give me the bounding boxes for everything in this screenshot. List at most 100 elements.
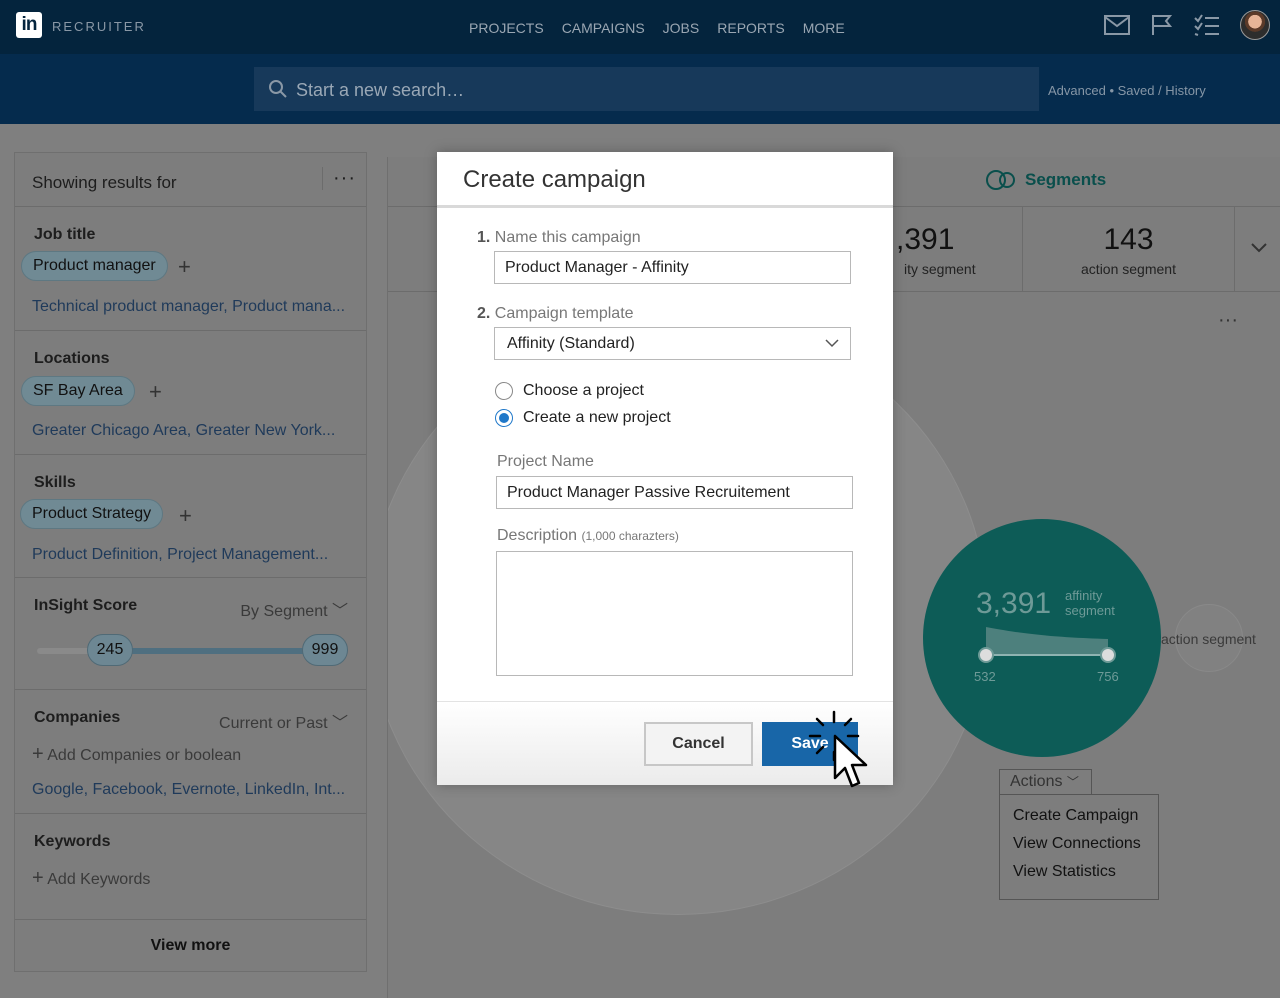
actions-menu: Create Campaign View Connections View St… [999,794,1159,900]
avatar[interactable] [1240,10,1270,40]
main-nav: PROJECTS CAMPAIGNS JOBS REPORTS MORE [469,20,845,36]
nav-jobs[interactable]: JOBS [663,20,700,36]
add-keywords[interactable]: + Add Keywords [32,867,150,890]
action-stat-number: 143 [1103,223,1154,256]
add-companies-label: Add Companies or boolean [47,747,242,764]
plus-icon: + [32,743,44,765]
nav-reports[interactable]: REPORTS [717,20,784,36]
companies-mode: Current or Past [219,715,328,732]
more-options-icon[interactable]: ··· [322,167,356,190]
link-separator: • [1105,83,1118,98]
add-companies[interactable]: + Add Companies or boolean [32,743,241,766]
job-title-suggestions[interactable]: Technical product manager, Product mana.… [32,298,345,316]
add-location-icon[interactable]: + [149,381,162,403]
linkedin-logo[interactable]: in [16,12,42,38]
radio-create-project[interactable]: Create a new project [495,409,671,427]
radio-choose-project[interactable]: Choose a project [495,382,644,400]
filter-panel-title: Showing results for [32,173,177,192]
view-more-button[interactable]: View more [15,919,366,971]
step1-text: Name this campaign [494,229,641,246]
companies-mode-dropdown[interactable]: Current or Past ﹀ [219,709,348,733]
tab-segments[interactable]: Segments [985,169,1106,191]
affinity-segment-number: 3,391 [976,587,1052,620]
top-icons [1104,10,1270,40]
tasks-icon[interactable] [1194,14,1220,36]
search-icon [269,80,287,98]
range-min-value: 532 [974,669,996,684]
add-job-title-icon[interactable]: + [178,256,191,278]
company-suggestions[interactable]: Google, Facebook, Evernote, LinkedIn, In… [32,781,345,799]
radio-create-project-control[interactable] [495,409,513,427]
job-title-label: Job title [34,226,96,243]
insight-score-mode-dropdown[interactable]: By Segment ﹀ [240,597,348,621]
actions-label: Actions [1010,773,1063,790]
range-max-value: 756 [1097,669,1119,684]
step2-label: 2. Campaign template [477,305,634,323]
skill-pill[interactable]: Product Strategy [20,499,164,529]
template-select[interactable]: Affinity (Standard) [494,327,851,360]
filter-panel: Showing results for ··· Job title Produc… [14,152,367,972]
description-label-text: Description [497,527,578,544]
actions-dropdown-button[interactable]: Actions ﹀ [999,769,1092,795]
tab-segments-label: Segments [1025,170,1107,189]
top-nav-bar: in RECRUITER PROJECTS CAMPAIGNS JOBS REP… [0,0,1280,54]
description-textarea[interactable] [496,551,853,676]
create-campaign-modal: Create campaign 1. Name this campaign Pr… [437,152,893,785]
skill-suggestions[interactable]: Product Definition, Project Management..… [32,546,328,564]
action-stat[interactable]: 143 action segment [1022,207,1234,292]
search-band: Start a new search… Advanced • Saved / H… [0,54,1280,124]
add-keywords-label: Add Keywords [47,871,151,888]
insight-score-section: InSight Score By Segment ﹀ 245 999 [15,578,366,690]
step1-number: 1. [477,229,491,246]
campaign-name-field[interactable]: Product Manager - Affinity [494,251,851,284]
menu-item-create-campaign[interactable]: Create Campaign [1000,803,1158,831]
search-links: Advanced • Saved / History [1048,83,1206,98]
step2-text: Campaign template [494,305,634,322]
step1-label: 1. Name this campaign [477,229,641,247]
radio-choose-project-label: Choose a project [523,382,644,399]
chevron-down-icon [825,339,839,348]
menu-item-view-statistics[interactable]: View Statistics [1000,859,1158,887]
mail-icon[interactable] [1104,15,1130,35]
description-label: Description (1,000 charazters) [497,527,679,545]
job-title-section: Job title Product manager + Technical pr… [15,207,366,331]
nav-campaigns[interactable]: CAMPAIGNS [562,20,645,36]
radio-create-project-label: Create a new project [523,409,671,426]
modal-header: Create campaign [437,152,893,208]
radio-choose-project-control[interactable] [495,382,513,400]
location-suggestions[interactable]: Greater Chicago Area, Greater New York..… [32,422,335,440]
project-name-field[interactable]: Product Manager Passive Recruitement [496,476,853,509]
advanced-search-link[interactable]: Advanced [1048,83,1106,98]
keywords-label: Keywords [34,833,111,850]
job-title-pill[interactable]: Product manager [21,251,168,281]
stats-expand[interactable] [1234,207,1280,292]
menu-item-view-connections[interactable]: View Connections [1000,831,1158,859]
insight-score-label: InSight Score [34,597,138,614]
add-skill-icon[interactable]: + [179,505,192,527]
action-stat-label: action segment [1081,261,1176,277]
skills-section: Skills Product Strategy + Product Defini… [15,455,366,578]
nav-more[interactable]: MORE [803,20,845,36]
insight-max-handle[interactable]: 999 [302,634,348,666]
description-hint: (1,000 charazters) [581,529,679,543]
locations-section: Locations SF Bay Area + Greater Chicago … [15,331,366,455]
search-input[interactable]: Start a new search… [254,67,1039,111]
chevron-down-icon: ﹀ [1066,775,1079,789]
insight-min-handle[interactable]: 245 [87,634,133,666]
chevron-down-icon: ﹀ [331,715,348,732]
companies-section: Companies Current or Past ﹀ + Add Compan… [15,690,366,814]
flag-icon[interactable] [1150,14,1174,36]
segments-more-icon[interactable]: ··· [1218,309,1238,332]
keywords-section: Keywords + Add Keywords [15,814,366,908]
affinity-segment-label-line1: affinity [1065,588,1103,603]
plus-icon: + [32,867,44,889]
affinity-segment-label-line2: segment [1065,603,1115,618]
insight-score-mode: By Segment [240,603,328,620]
range-max-handle [1100,647,1116,663]
location-pill[interactable]: SF Bay Area [21,376,135,406]
step2-number: 2. [477,305,491,322]
saved-history-link[interactable]: Saved / History [1118,83,1206,98]
filter-panel-header: Showing results for ··· [15,153,366,207]
nav-projects[interactable]: PROJECTS [469,20,544,36]
cancel-button[interactable]: Cancel [644,722,753,766]
